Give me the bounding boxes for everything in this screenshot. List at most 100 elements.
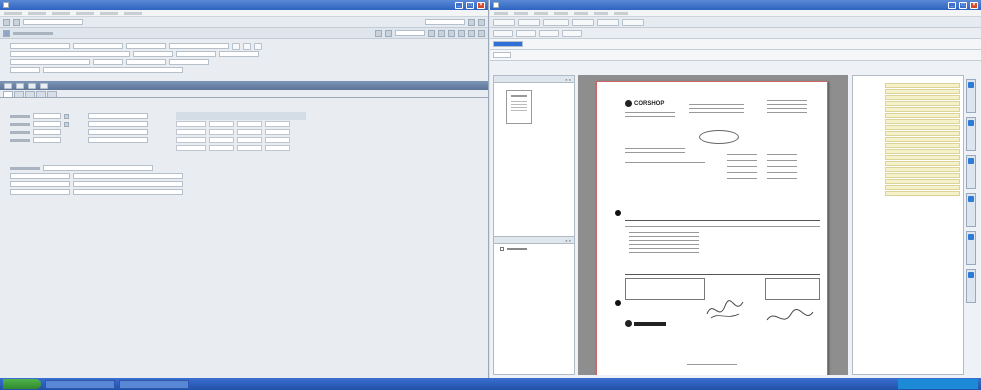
- side-field-value[interactable]: [885, 82, 960, 88]
- start-button[interactable]: [3, 379, 41, 389]
- fiscal-year-field[interactable]: [126, 43, 166, 49]
- amount-field[interactable]: [126, 59, 166, 65]
- text-field[interactable]: [10, 173, 70, 179]
- toolbar-icon[interactable]: [13, 18, 20, 26]
- side-field-value[interactable]: [885, 166, 960, 172]
- date-field[interactable]: [133, 51, 173, 57]
- side-field-value[interactable]: [885, 148, 960, 154]
- side-field-value[interactable]: [885, 178, 960, 184]
- menu-item[interactable]: [76, 12, 94, 15]
- text-field[interactable]: [73, 181, 183, 187]
- toolbar-icon[interactable]: [458, 29, 465, 37]
- taskbar-item[interactable]: [119, 379, 189, 389]
- search-field[interactable]: [395, 30, 425, 36]
- reference-field[interactable]: [33, 129, 61, 135]
- side-field-value[interactable]: [885, 160, 960, 166]
- tab-basic-data[interactable]: [3, 91, 13, 97]
- vertical-tab[interactable]: [966, 117, 976, 151]
- text-field[interactable]: [10, 189, 70, 195]
- text-field[interactable]: [73, 189, 183, 195]
- toolbar-icon[interactable]: [428, 29, 435, 37]
- menu-item[interactable]: [4, 12, 22, 15]
- action-button[interactable]: [243, 42, 251, 50]
- toolbar-button[interactable]: [516, 29, 536, 37]
- toolbar-icon[interactable]: [478, 18, 485, 26]
- toolbar-button[interactable]: [562, 29, 582, 37]
- discount-field[interactable]: [88, 129, 148, 135]
- attachment-item[interactable]: [494, 244, 574, 254]
- menu-item[interactable]: [28, 12, 46, 15]
- menu-item[interactable]: [574, 12, 588, 15]
- toolbar-icon[interactable]: [468, 29, 475, 37]
- menu-item[interactable]: [534, 12, 548, 15]
- vertical-tab[interactable]: [966, 155, 976, 189]
- toolbar-button[interactable]: [539, 29, 559, 37]
- action-button[interactable]: [254, 42, 262, 50]
- back-icon[interactable]: [3, 29, 10, 37]
- vertical-tab[interactable]: [966, 193, 976, 227]
- toolbar-icon[interactable]: [468, 18, 475, 26]
- toolbar-button[interactable]: [597, 18, 619, 26]
- invoice-date-field[interactable]: [33, 113, 61, 119]
- side-field-value[interactable]: [885, 142, 960, 148]
- toolbar-button[interactable]: [572, 18, 594, 26]
- side-field-value[interactable]: [885, 94, 960, 100]
- payment-terms-field[interactable]: [88, 113, 148, 119]
- address-field[interactable]: [493, 41, 523, 47]
- calendar-icon[interactable]: [64, 121, 69, 127]
- close-button[interactable]: ×: [477, 1, 485, 9]
- posting-date-field[interactable]: [33, 121, 61, 127]
- calendar-icon[interactable]: [64, 113, 69, 119]
- vendor-field[interactable]: [169, 43, 229, 49]
- find-icon[interactable]: [385, 29, 392, 37]
- side-field-value[interactable]: [885, 100, 960, 106]
- text-field[interactable]: [73, 173, 183, 179]
- menu-item[interactable]: [494, 12, 508, 15]
- side-field-value[interactable]: [885, 124, 960, 130]
- toolbar-button[interactable]: [493, 18, 515, 26]
- maximize-button[interactable]: □: [959, 1, 967, 9]
- menu-item[interactable]: [124, 12, 142, 15]
- amount-field[interactable]: [176, 51, 216, 57]
- filter-field[interactable]: [493, 52, 511, 58]
- help-icon[interactable]: [478, 29, 485, 37]
- menu-item[interactable]: [554, 12, 568, 15]
- toolbar-icon[interactable]: [3, 18, 10, 26]
- document-view[interactable]: CORSHOP: [578, 75, 848, 375]
- company-field[interactable]: [73, 43, 123, 49]
- action-button[interactable]: [232, 42, 240, 50]
- amount-field[interactable]: [219, 51, 259, 57]
- menu-item[interactable]: [52, 12, 70, 15]
- vertical-tab[interactable]: [966, 231, 976, 265]
- close-button[interactable]: ×: [970, 1, 978, 9]
- currency-field[interactable]: [93, 59, 123, 65]
- reference-field[interactable]: [10, 59, 90, 65]
- toolbar-button[interactable]: [493, 29, 513, 37]
- amount-field[interactable]: [169, 59, 209, 65]
- menu-item[interactable]: [100, 12, 118, 15]
- side-field-value[interactable]: [885, 106, 960, 112]
- baseline-date-field[interactable]: [88, 121, 148, 127]
- menu-item[interactable]: [594, 12, 608, 15]
- side-field-value[interactable]: [885, 136, 960, 142]
- save-icon[interactable]: [375, 29, 382, 37]
- toolbar-icon[interactable]: [438, 29, 445, 37]
- minimize-button[interactable]: _: [455, 1, 463, 9]
- side-field-value[interactable]: [885, 88, 960, 94]
- toolbar-button[interactable]: [543, 18, 569, 26]
- side-field-value[interactable]: [885, 112, 960, 118]
- toolbar-button[interactable]: [622, 18, 644, 26]
- side-field-value[interactable]: [885, 190, 960, 196]
- tab-payment[interactable]: [14, 91, 24, 97]
- text-field[interactable]: [10, 67, 40, 73]
- section-button[interactable]: [40, 82, 48, 89]
- transaction-field[interactable]: [425, 19, 465, 25]
- minimize-button[interactable]: _: [948, 1, 956, 9]
- description-field[interactable]: [10, 51, 130, 57]
- amount-field[interactable]: [33, 137, 61, 143]
- expand-icon[interactable]: [500, 247, 504, 251]
- text-field[interactable]: [43, 67, 183, 73]
- maximize-button[interactable]: □: [466, 1, 474, 9]
- taskbar-item[interactable]: [45, 379, 115, 389]
- vertical-tab[interactable]: [966, 79, 976, 113]
